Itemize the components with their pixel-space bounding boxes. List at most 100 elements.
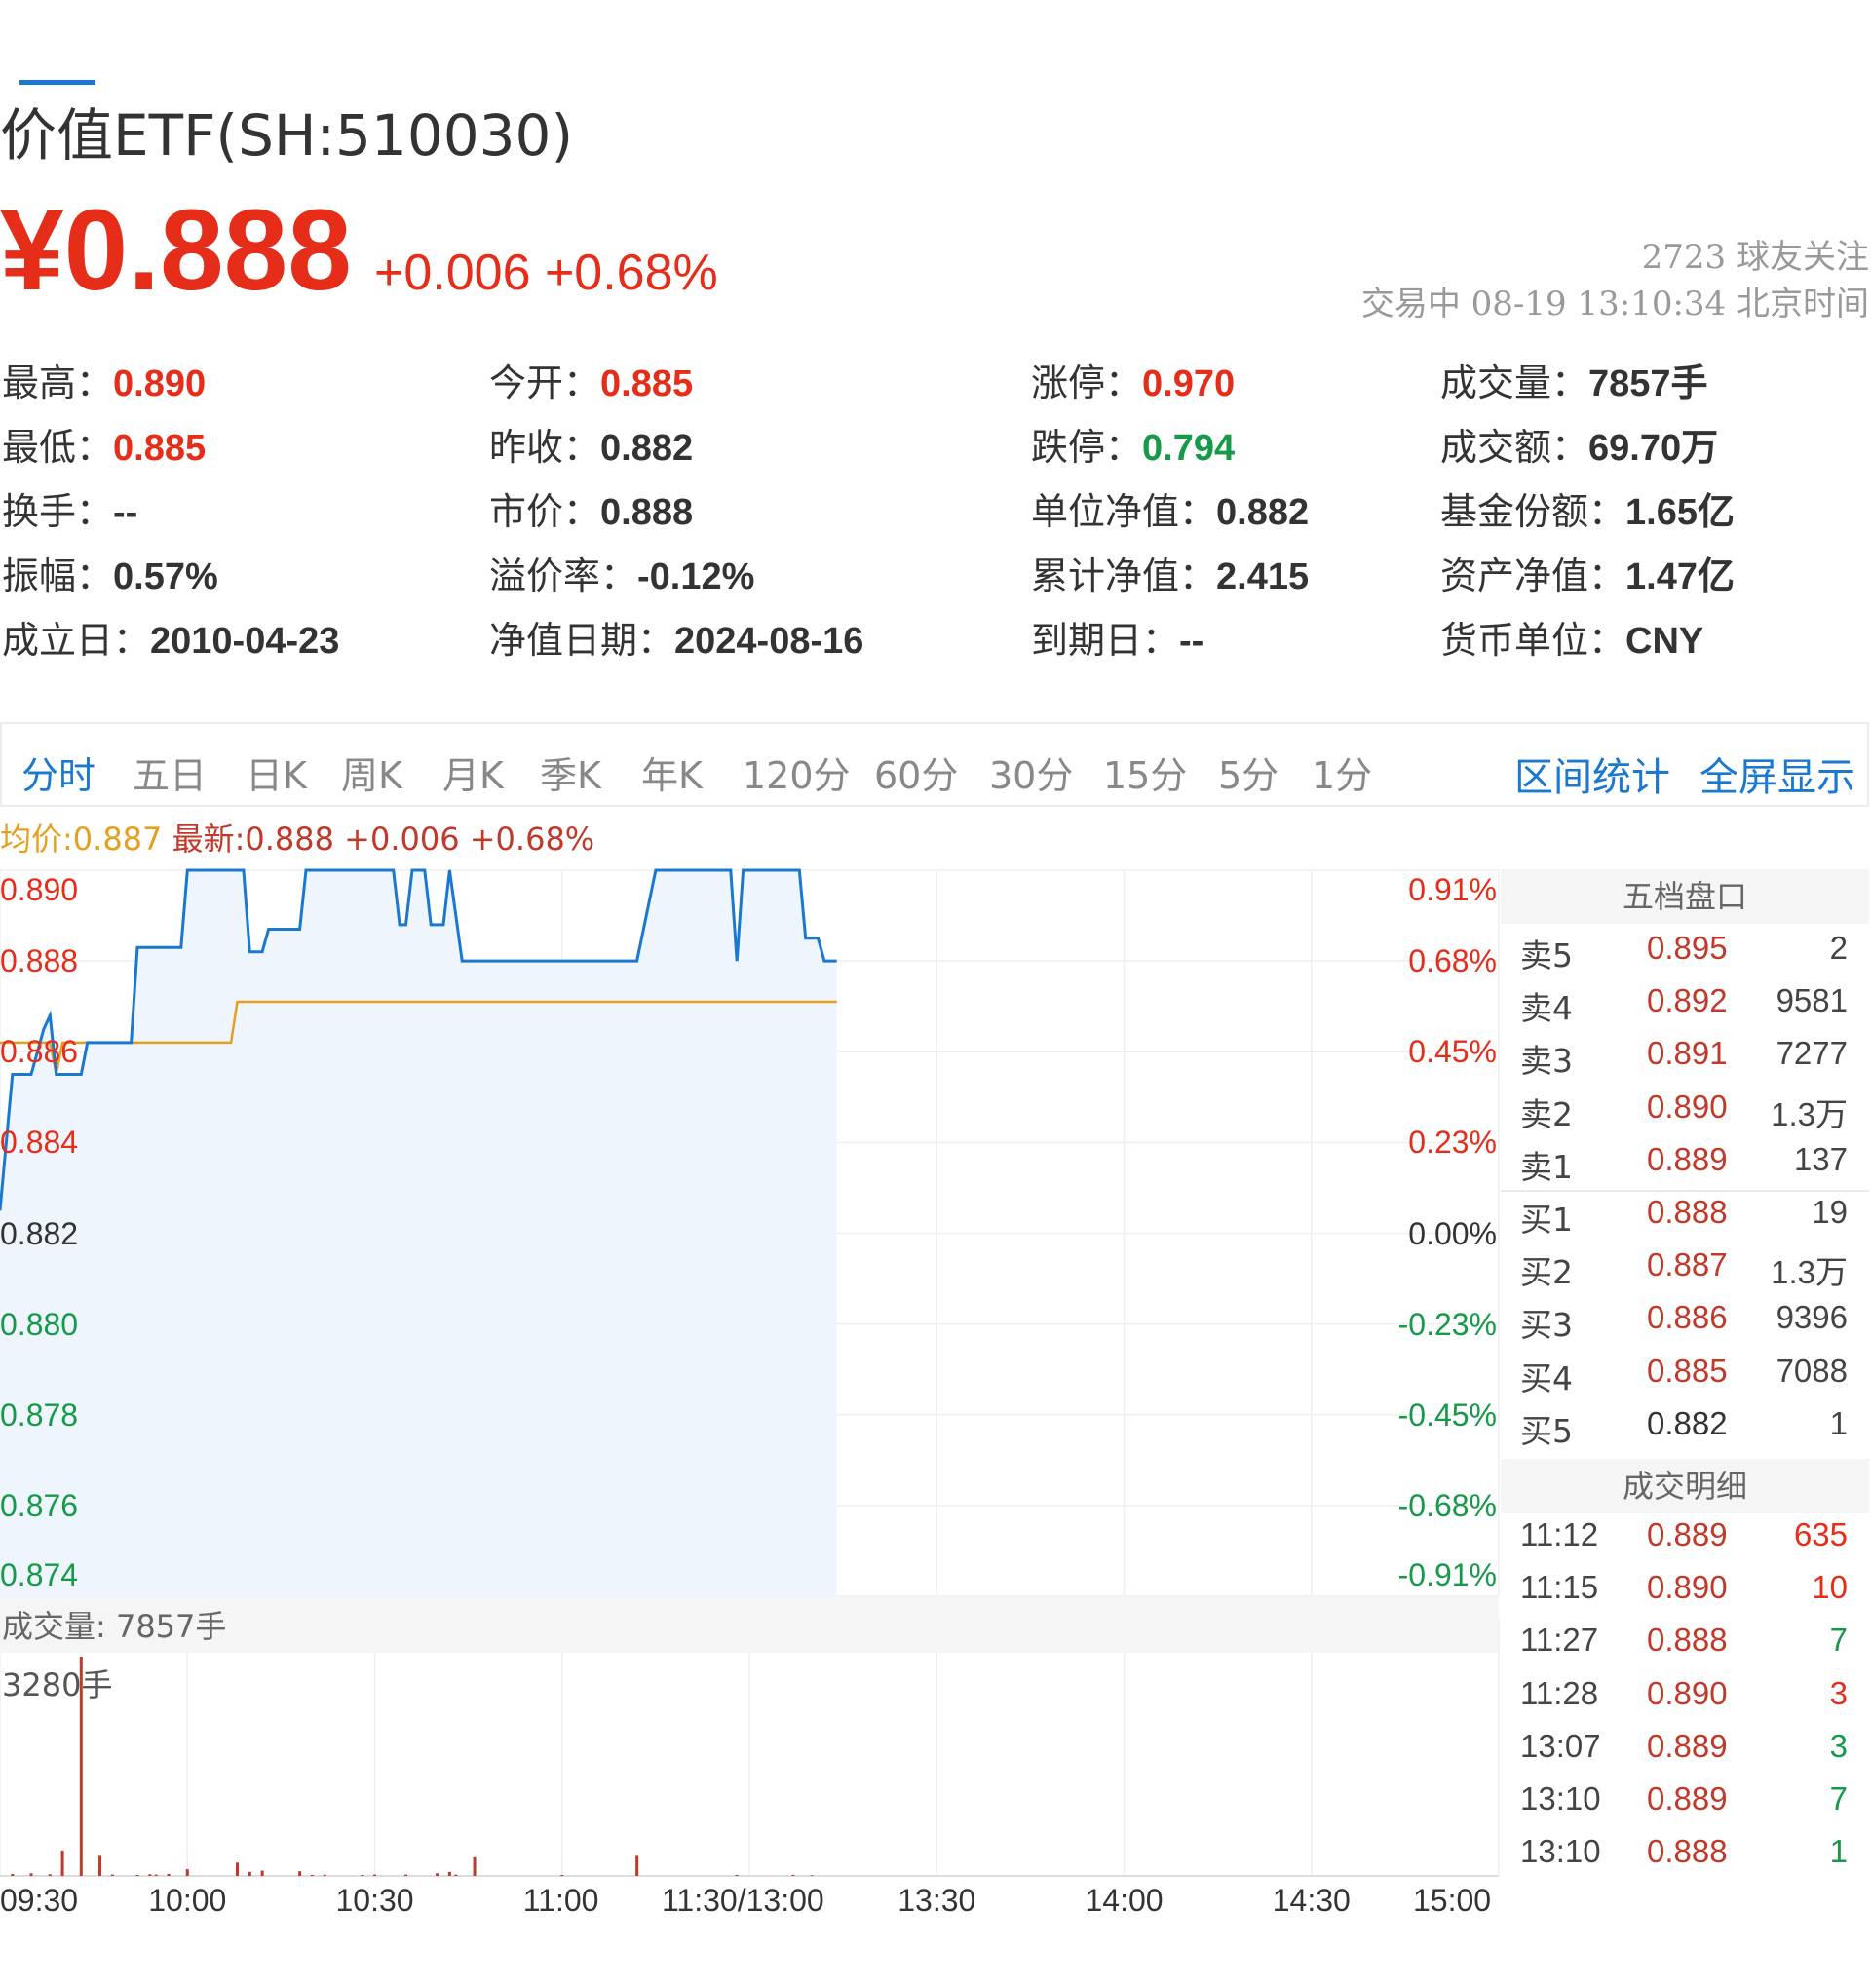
order-book-row: 买5 0.882 1 (1501, 1405, 1869, 1456)
order-book-row: 买4 0.885 7088 (1501, 1353, 1869, 1403)
y-tick-pct: -0.23% (1397, 1306, 1497, 1342)
order-qty: 137 (1793, 1140, 1848, 1177)
trade-row: 13:10 0.888 1 (1501, 1833, 1869, 1884)
order-qty: 9396 (1776, 1299, 1848, 1336)
order-book-divider (1501, 1190, 1869, 1192)
order-price: 0.890 (1647, 1088, 1728, 1125)
trade-time: 11:27 (1520, 1622, 1599, 1659)
side-label: 买3 (1520, 1306, 1573, 1345)
order-book-row: 卖1 0.889 137 (1501, 1141, 1869, 1192)
y-tick-price: 0.880 (0, 1306, 79, 1342)
order-book-row: 买2 0.887 1.3万 (1501, 1246, 1869, 1297)
trade-price: 0.888 (1647, 1622, 1728, 1659)
order-qty: 2 (1829, 930, 1848, 966)
trade-time: 13:10 (1520, 1780, 1601, 1816)
y-tick-price: 0.878 (0, 1396, 79, 1433)
volume-max-label: 3280手 (2, 1666, 113, 1703)
order-book-row: 卖4 0.892 9581 (1501, 982, 1869, 1033)
side-label: 买4 (1520, 1358, 1573, 1397)
y-tick-pct: 0.68% (1408, 943, 1497, 979)
y-tick-price: 0.882 (0, 1215, 79, 1251)
trade-price: 0.889 (1647, 1516, 1728, 1552)
trade-price: 0.890 (1647, 1569, 1728, 1606)
side-label: 买1 (1520, 1201, 1573, 1239)
y-tick-pct: 0.45% (1408, 1034, 1497, 1070)
trade-qty: 635 (1793, 1516, 1848, 1552)
trade-price: 0.889 (1647, 1727, 1728, 1764)
order-price: 0.887 (1647, 1246, 1728, 1283)
order-book-row: 卖2 0.890 1.3万 (1501, 1089, 1869, 1139)
y-tick-price: 0.890 (0, 872, 79, 907)
order-qty: 7088 (1776, 1352, 1848, 1389)
order-book-row: 买3 0.886 9396 (1501, 1299, 1869, 1350)
y-tick-price: 0.888 (0, 943, 79, 979)
order-book-row: 买1 0.888 19 (1501, 1194, 1869, 1244)
x-tick-label: 13:30 (897, 1883, 976, 1918)
order-price: 0.886 (1647, 1299, 1728, 1336)
y-tick-pct: -0.45% (1397, 1396, 1497, 1433)
order-qty: 7277 (1776, 1035, 1848, 1072)
x-tick-label: 14:30 (1272, 1883, 1351, 1918)
y-tick-pct: 0.00% (1408, 1215, 1497, 1251)
x-tick-label: 14:00 (1085, 1883, 1164, 1918)
order-price: 0.888 (1647, 1194, 1728, 1230)
order-book-row: 卖3 0.891 7277 (1501, 1035, 1869, 1086)
trade-time: 11:28 (1520, 1674, 1599, 1711)
trade-row: 11:27 0.888 7 (1501, 1622, 1869, 1672)
side-label: 卖5 (1520, 937, 1573, 975)
side-label: 卖3 (1520, 1042, 1573, 1081)
trade-qty: 7 (1829, 1622, 1848, 1659)
order-price: 0.885 (1647, 1352, 1728, 1389)
order-book-title: 五档盘口 (1501, 869, 1869, 924)
trade-row: 11:12 0.889 635 (1501, 1516, 1869, 1567)
y-tick-pct: 0.23% (1408, 1125, 1497, 1161)
y-tick-pct: -0.68% (1397, 1487, 1497, 1523)
side-label: 卖2 (1520, 1094, 1573, 1133)
y-tick-pct: -0.91% (1397, 1557, 1497, 1592)
trade-qty: 1 (1829, 1833, 1848, 1870)
price-area-fill (0, 870, 837, 1596)
y-tick-price: 0.874 (0, 1557, 79, 1592)
trade-qty: 3 (1829, 1674, 1848, 1711)
y-tick-price: 0.884 (0, 1125, 79, 1161)
trade-row: 11:28 0.890 3 (1501, 1675, 1869, 1726)
x-tick-label: 10:30 (335, 1883, 414, 1918)
trade-time: 13:10 (1520, 1833, 1601, 1870)
order-qty: 1 (1829, 1404, 1848, 1441)
trade-price: 0.890 (1647, 1674, 1728, 1711)
order-price: 0.891 (1647, 1035, 1728, 1072)
trade-qty: 10 (1812, 1569, 1848, 1606)
side-label: 买5 (1520, 1411, 1573, 1450)
side-label: 卖4 (1520, 989, 1573, 1028)
volume-label: 成交量: 7857手 (2, 1608, 227, 1645)
trade-qty: 7 (1829, 1780, 1848, 1816)
trade-time: 11:12 (1520, 1516, 1599, 1552)
trade-row: 13:07 0.889 3 (1501, 1728, 1869, 1778)
order-price: 0.889 (1647, 1140, 1728, 1177)
y-tick-price: 0.886 (0, 1034, 79, 1070)
x-tick-label: 10:00 (148, 1883, 227, 1918)
trade-time: 13:07 (1520, 1727, 1601, 1764)
x-tick-label: 11:00 (522, 1883, 599, 1918)
order-qty: 1.3万 (1771, 1095, 1848, 1132)
trade-qty: 3 (1829, 1727, 1848, 1764)
trade-price: 0.888 (1647, 1833, 1728, 1870)
y-tick-price: 0.876 (0, 1487, 79, 1523)
side-label: 买2 (1520, 1253, 1573, 1292)
order-price: 0.895 (1647, 930, 1728, 966)
order-qty: 19 (1812, 1194, 1848, 1230)
order-qty: 9581 (1776, 982, 1848, 1019)
trade-time: 11:15 (1520, 1569, 1599, 1606)
y-tick-pct: 0.91% (1408, 872, 1497, 907)
x-tick-label: 15:00 (1413, 1883, 1492, 1918)
side-label: 卖1 (1520, 1147, 1573, 1186)
x-tick-label: 09:30 (0, 1883, 79, 1918)
trade-row: 13:10 0.889 7 (1501, 1780, 1869, 1831)
order-book-panel: 五档盘口卖5 0.895 2 卖4 0.892 9581 卖3 0.891 7277 卖2 0.89… (1501, 869, 1869, 1873)
trades-title: 成交明细 (1501, 1459, 1869, 1513)
trade-row: 11:15 0.890 10 (1501, 1569, 1869, 1620)
order-qty: 1.3万 (1771, 1254, 1848, 1291)
order-price: 0.892 (1647, 982, 1728, 1019)
order-price: 0.882 (1647, 1404, 1728, 1441)
order-book-row: 卖5 0.895 2 (1501, 930, 1869, 980)
